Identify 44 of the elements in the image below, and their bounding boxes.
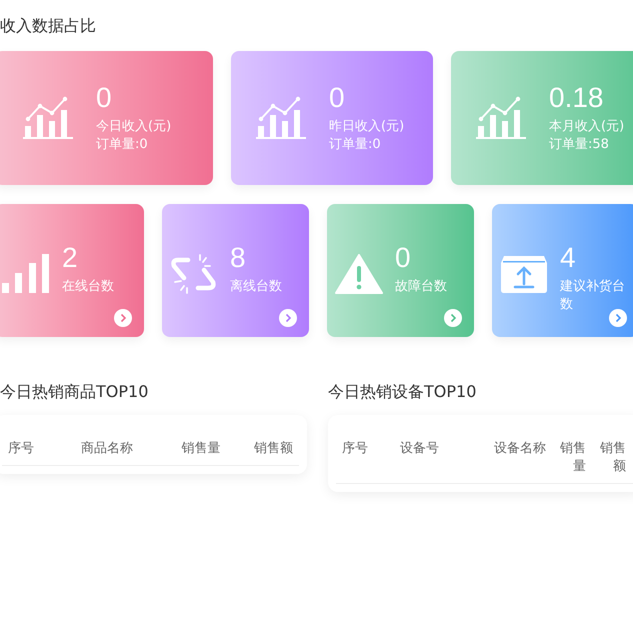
order-count: 订单量:58 (549, 136, 610, 154)
column-header: 商品名称 (80, 440, 134, 457)
upload-box-icon (500, 254, 548, 294)
device-label: 建议补货台数 (560, 278, 626, 314)
device-count: 8 (230, 242, 247, 274)
device-count: 2 (62, 242, 79, 274)
column-header: 序号 (342, 440, 369, 458)
warning-icon (335, 254, 383, 294)
device-card[interactable]: 0 故障台数 (327, 204, 474, 337)
chevron-circle-icon[interactable] (444, 309, 462, 327)
chevron-circle-icon[interactable] (279, 309, 297, 327)
column-header: 销售额 (599, 440, 626, 475)
device-card[interactable]: 8 离线台数 (162, 204, 309, 337)
income-label: 今日收入(元) (96, 118, 172, 136)
income-value: 0.18 (549, 82, 604, 114)
column-header: 销售额 (253, 440, 293, 457)
income-label: 昨日收入(元) (329, 118, 404, 136)
chevron-circle-icon[interactable] (114, 309, 132, 327)
chart-icon (255, 96, 307, 140)
chart-icon (475, 96, 527, 140)
chart-icon (22, 96, 74, 140)
income-value: 0 (329, 82, 346, 114)
income-value: 0 (96, 82, 113, 114)
column-header: 设备号 (400, 440, 440, 458)
table-title: 今日热销设备TOP10 (328, 382, 476, 403)
column-header: 销售量 (559, 440, 586, 475)
order-count: 订单量:0 (329, 136, 382, 154)
order-count: 订单量:0 (96, 136, 149, 154)
chevron-circle-icon[interactable] (609, 309, 627, 327)
device-count: 0 (395, 242, 412, 274)
device-label: 故障台数 (395, 278, 447, 296)
income-label: 本月收入(元) (549, 118, 624, 136)
device-card[interactable]: 4 建议补货台数 (492, 204, 633, 337)
column-header: 销售量 (180, 440, 220, 457)
device-label: 离线台数 (230, 278, 282, 296)
broken-link-icon (170, 254, 218, 294)
signal-bars-icon (2, 254, 50, 294)
column-header: 序号 (8, 440, 35, 457)
device-card[interactable]: 2 在线台数 (0, 204, 144, 337)
section-title: 收入数据占比 (0, 16, 96, 37)
device-count: 4 (560, 242, 577, 274)
table-title: 今日热销商品TOP10 (0, 382, 148, 403)
device-label: 在线台数 (62, 278, 114, 296)
column-header: 设备名称 (493, 440, 546, 458)
